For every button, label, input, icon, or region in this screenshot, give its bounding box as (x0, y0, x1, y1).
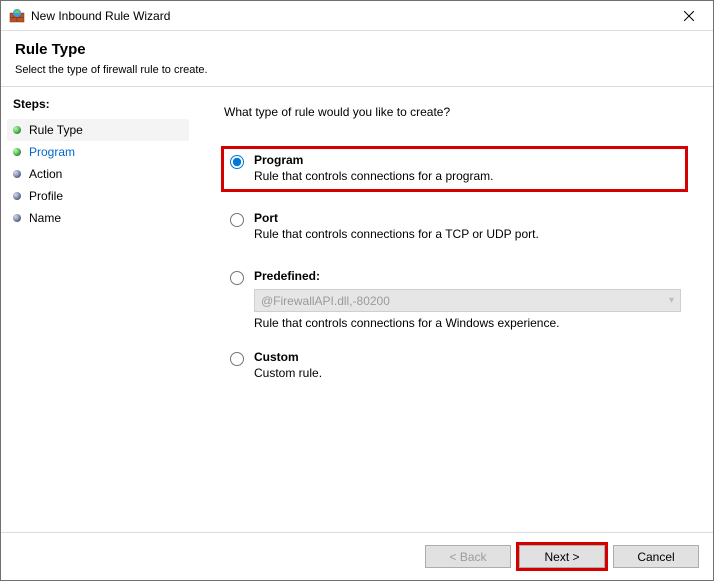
steps-heading: Steps: (13, 97, 189, 111)
step-label: Action (29, 167, 62, 181)
step-label: Program (29, 145, 75, 159)
step-label: Name (29, 211, 61, 225)
step-bullet-icon (13, 192, 21, 200)
titlebar: New Inbound Rule Wizard (1, 1, 713, 31)
step-program[interactable]: Program (7, 141, 189, 163)
option-program[interactable]: Program Rule that controls connections f… (224, 149, 685, 189)
page-description: Select the type of firewall rule to crea… (15, 64, 699, 76)
radio-custom[interactable] (230, 352, 244, 366)
option-custom-title: Custom (254, 350, 681, 364)
step-profile[interactable]: Profile (7, 185, 189, 207)
option-port-desc: Rule that controls connections for a TCP… (254, 227, 681, 241)
step-label: Profile (29, 189, 63, 203)
option-port-title: Port (254, 211, 681, 225)
step-action[interactable]: Action (7, 163, 189, 185)
main-panel: What type of rule would you like to crea… (196, 87, 713, 532)
option-program-title: Program (254, 153, 681, 167)
option-program-desc: Rule that controls connections for a pro… (254, 169, 681, 183)
steps-panel: Steps: Rule Type Program Action Profile … (1, 87, 196, 532)
option-custom[interactable]: Custom Custom rule. (224, 346, 685, 386)
radio-predefined[interactable] (230, 271, 244, 285)
step-bullet-icon (13, 170, 21, 178)
page-title: Rule Type (15, 41, 699, 58)
step-label: Rule Type (29, 123, 83, 137)
option-port[interactable]: Port Rule that controls connections for … (224, 207, 685, 247)
back-button: < Back (425, 545, 511, 568)
option-predefined-desc: Rule that controls connections for a Win… (254, 316, 681, 330)
wizard-header: Rule Type Select the type of firewall ru… (1, 31, 713, 87)
option-predefined[interactable]: Predefined: @FirewallAPI.dll,-80200 ▾ Ru… (224, 265, 685, 336)
close-button[interactable] (666, 1, 711, 30)
step-bullet-icon (13, 214, 21, 222)
next-button[interactable]: Next > (519, 545, 605, 568)
wizard-footer: < Back Next > Cancel (1, 532, 713, 580)
option-custom-desc: Custom rule. (254, 366, 681, 380)
cancel-button[interactable]: Cancel (613, 545, 699, 568)
option-predefined-title: Predefined: (254, 269, 681, 283)
radio-program[interactable] (230, 155, 244, 169)
predefined-select: @FirewallAPI.dll,-80200 ▾ (254, 289, 681, 312)
radio-port[interactable] (230, 213, 244, 227)
step-bullet-icon (13, 126, 21, 134)
predefined-select-value: @FirewallAPI.dll,-80200 (261, 294, 390, 308)
chevron-down-icon: ▾ (669, 295, 674, 306)
step-rule-type[interactable]: Rule Type (7, 119, 189, 141)
step-name[interactable]: Name (7, 207, 189, 229)
step-bullet-icon (13, 148, 21, 156)
firewall-app-icon (9, 8, 25, 24)
window-title: New Inbound Rule Wizard (31, 9, 666, 23)
rule-type-prompt: What type of rule would you like to crea… (224, 105, 685, 119)
wizard-body: Steps: Rule Type Program Action Profile … (1, 87, 713, 532)
